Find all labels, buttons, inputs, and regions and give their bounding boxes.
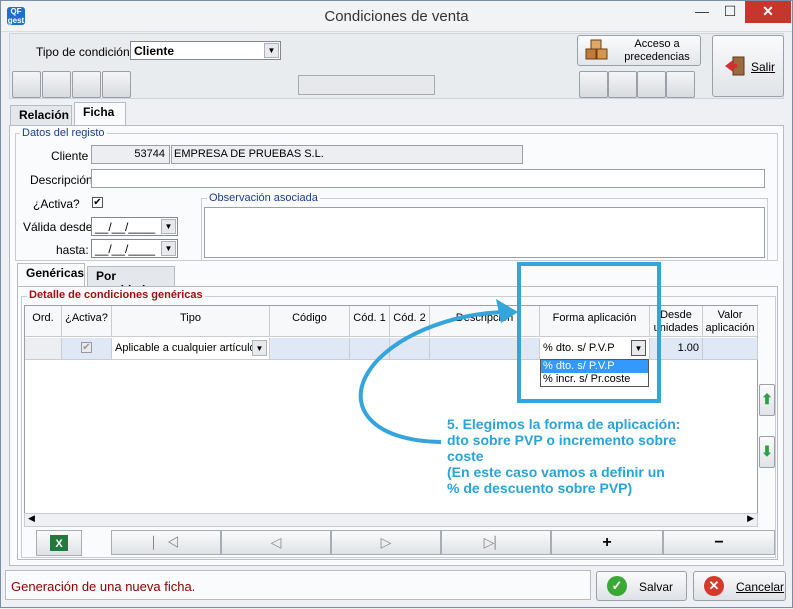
annotation-arrow xyxy=(358,299,518,444)
window: QF gest Condiciones de venta — ☐ ✕ Tipo … xyxy=(0,0,793,608)
annotation-text: 5. Elegimos la forma de aplicación: dto … xyxy=(447,416,707,496)
annotation-line-4: (En este caso vamos a definir un xyxy=(447,464,665,480)
annotation-line-5: % de descuento sobre PVP) xyxy=(447,480,633,496)
annotation-line-1: 5. Elegimos la forma de aplicación: xyxy=(447,416,681,432)
annotation-line-2: dto sobre PVP o incremento sobre xyxy=(447,432,677,448)
annotation-line-3: coste xyxy=(447,448,484,464)
